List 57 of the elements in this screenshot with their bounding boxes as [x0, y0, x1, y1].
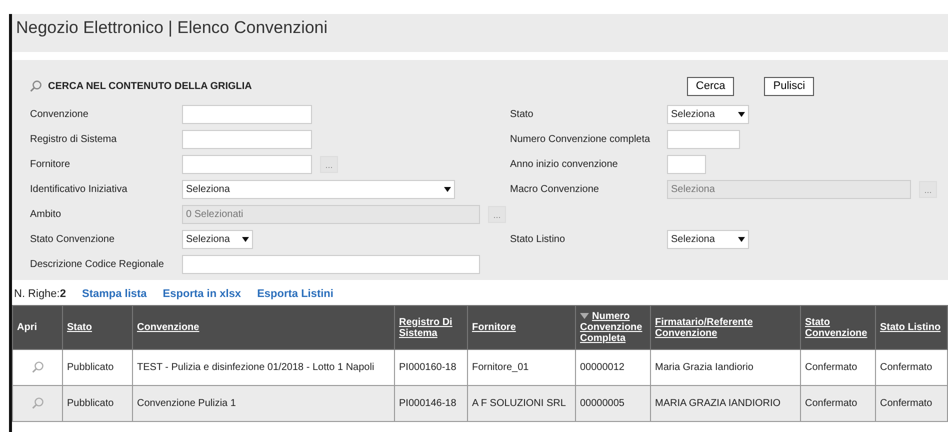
caret-icon: [738, 112, 745, 117]
caret-icon: [242, 237, 249, 242]
table-cell: 00000005: [576, 386, 650, 422]
input-field[interactable]: [667, 155, 706, 174]
column-header[interactable]: Stato Listino: [876, 306, 948, 350]
column-header[interactable]: Firmatario/Referente Convenzione: [650, 306, 800, 350]
field-label: Anno inizio convenzione: [510, 158, 619, 172]
search-icon: [30, 80, 42, 92]
column-header[interactable]: Convenzione: [132, 306, 394, 350]
toolbar-link[interactable]: Stampa lista: [82, 286, 147, 302]
toolbar-link[interactable]: Esporta Listini: [257, 286, 334, 302]
table-cell: A F SOLUZIONI SRL: [468, 386, 576, 422]
table-cell: Confermato: [800, 386, 876, 422]
column-header: Apri: [12, 306, 62, 350]
column-header[interactable]: Stato Convenzione: [800, 306, 876, 350]
dropdown[interactable]: Seleziona: [667, 230, 749, 249]
input-field[interactable]: [182, 105, 312, 124]
table-cell: MARIA GRAZIA IANDIORIO: [650, 386, 800, 422]
toolbar-link[interactable]: Esporta in xlsx: [162, 286, 242, 302]
column-header[interactable]: Stato: [62, 306, 132, 350]
dropdown[interactable]: Seleziona: [182, 230, 253, 249]
clear-button[interactable]: Pulisci: [764, 76, 814, 96]
search-icon[interactable]: [32, 361, 44, 374]
field-label: Descrizione Codice Regionale: [30, 258, 165, 272]
field-label: Stato: [510, 108, 534, 122]
search-heading: CERCA NEL CONTENUTO DELLA GRIGLIA: [48, 80, 252, 94]
table-cell: Convenzione Pulizia 1: [132, 386, 394, 422]
field-label: Stato Listino: [510, 233, 566, 247]
input-field[interactable]: [182, 155, 312, 174]
field-label: Fornitore: [30, 158, 72, 172]
field-label: Convenzione: [30, 108, 90, 122]
dropdown[interactable]: Seleziona: [182, 180, 455, 199]
search-button[interactable]: Cerca: [686, 76, 734, 96]
table-cell: Pubblicato: [62, 386, 132, 422]
sort-icon: [580, 313, 589, 320]
column-header[interactable]: Numero Convenzione Completa: [576, 306, 650, 350]
input-field[interactable]: [182, 255, 480, 274]
column-header[interactable]: Registro Di Sistema: [394, 306, 468, 350]
dropdown[interactable]: Seleziona: [667, 105, 749, 124]
readonly-field[interactable]: 0 Selezionati: [182, 205, 480, 224]
field-label: Stato Convenzione: [30, 233, 116, 247]
input-field[interactable]: [182, 130, 312, 149]
input-field[interactable]: [667, 130, 740, 149]
search-icon[interactable]: [32, 397, 44, 410]
field-label: Registro di Sistema: [30, 133, 118, 147]
page-title: Negozio Elettronico | Elenco Convenzioni: [16, 18, 328, 37]
field-label: Identificativo Iniziativa: [30, 183, 128, 197]
caret-icon: [738, 237, 745, 242]
readonly-field[interactable]: Seleziona: [667, 180, 911, 199]
field-label: Ambito: [30, 208, 62, 222]
caret-icon: [444, 187, 451, 192]
row-count: N. Righe:2: [14, 286, 66, 302]
field-label: Macro Convenzione: [510, 183, 600, 197]
field-label: Numero Convenzione completa: [510, 133, 652, 147]
column-header[interactable]: Fornitore: [468, 306, 576, 350]
table-cell: Confermato: [876, 386, 948, 422]
table-cell: PI000146-18: [394, 386, 468, 422]
